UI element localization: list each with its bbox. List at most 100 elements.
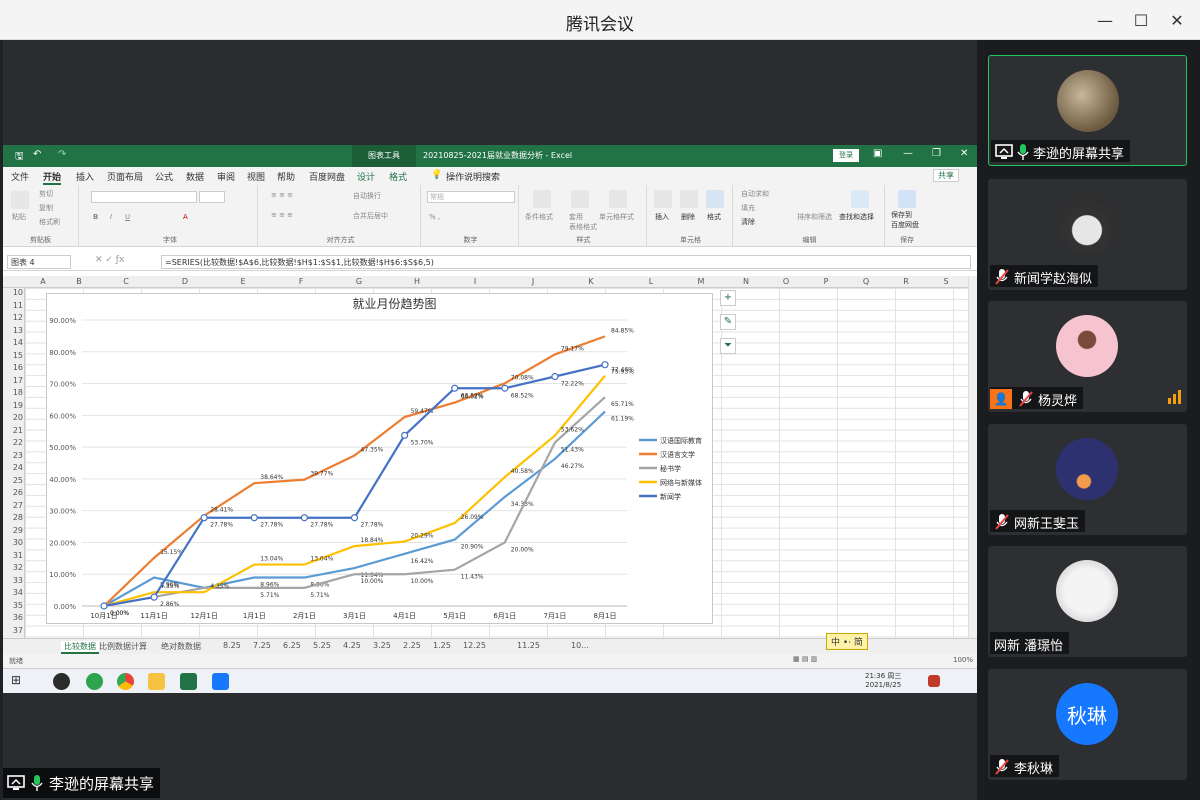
row-header[interactable]: 29 (3, 526, 23, 535)
tab-review[interactable]: 审阅 (217, 170, 235, 183)
name-box[interactable]: 图表 4 (7, 255, 71, 269)
excel-restore-icon[interactable]: ❐ (932, 148, 941, 159)
tab-baidu[interactable]: 百度网盘 (309, 170, 345, 183)
sheet-tab[interactable]: 6.25 (283, 641, 301, 650)
conditional-format-icon[interactable] (533, 190, 551, 208)
number-format-dropdown[interactable]: 常规 (427, 191, 515, 203)
row-header[interactable]: 12 (3, 313, 23, 322)
sheet-tab[interactable]: 2.25 (403, 641, 421, 650)
participant-card[interactable]: 李逊的屏幕共享 (988, 55, 1187, 166)
minimize-button[interactable]: — (1093, 8, 1117, 32)
row-header[interactable]: 31 (3, 551, 23, 560)
row-header[interactable]: 19 (3, 401, 23, 410)
row-header[interactable]: 23 (3, 451, 23, 460)
formula-input[interactable]: =SERIES(比较数据!$A$6,比较数据!$H$1:$S$1,比较数据!$H… (161, 255, 971, 269)
merge-center-button[interactable]: 合并后居中 (353, 211, 388, 221)
row-header[interactable]: 24 (3, 463, 23, 472)
column-header[interactable]: J (503, 277, 563, 286)
format-painter-button[interactable]: 格式刷 (39, 217, 60, 227)
font-size-dropdown[interactable] (199, 191, 225, 203)
save-baidu-button[interactable]: 保存到 百度网盘 (891, 210, 919, 230)
sheet-tab[interactable]: 8.25 (223, 641, 241, 650)
baidu-cloud-icon[interactable] (898, 190, 916, 208)
sheet-tab[interactable]: 1.25 (433, 641, 451, 650)
sheet-tab[interactable]: 10... (571, 641, 589, 650)
file-explorer-icon[interactable] (148, 673, 165, 690)
column-header[interactable]: D (155, 277, 215, 286)
sheet-tab[interactable]: 7.25 (253, 641, 271, 650)
excel-minimize-icon[interactable]: — (903, 148, 913, 159)
cut-button[interactable]: 剪切 (39, 189, 53, 199)
tab-formulas[interactable]: 公式 (155, 170, 173, 183)
table-format-icon[interactable] (571, 190, 589, 208)
excel-taskbar-icon[interactable] (180, 673, 197, 690)
fx-icon[interactable]: ✕ ✓ ƒx (95, 255, 124, 265)
chart-filter-icon[interactable]: ⏷ (720, 338, 736, 354)
conditional-format-button[interactable]: 条件格式 (525, 212, 553, 222)
column-header[interactable]: G (329, 277, 389, 286)
wrap-text-button[interactable]: 自动换行 (353, 191, 381, 201)
excel-close-icon[interactable]: ✕ (960, 148, 968, 159)
align-left-icon[interactable]: ≡ ≡ ≡ (271, 211, 293, 219)
percent-icon[interactable]: % , (429, 213, 440, 221)
tab-home[interactable]: 开始 (43, 170, 62, 185)
paste-button[interactable]: 粘贴 (12, 212, 26, 222)
column-header[interactable]: C (96, 277, 156, 286)
row-header[interactable]: 37 (3, 626, 23, 635)
delete-cells-icon[interactable] (680, 190, 698, 208)
column-header[interactable]: F (271, 277, 331, 286)
sort-filter-button[interactable]: 排序和筛选 (797, 212, 832, 222)
align-top-icon[interactable]: ≡ ≡ ≡ (271, 191, 293, 199)
bold-button[interactable]: B (93, 213, 98, 221)
ribbon-display-icon[interactable]: ▣ (873, 148, 882, 159)
sheet-tab[interactable]: 绝对数数据 (161, 641, 201, 652)
sheet-tab[interactable]: 3.25 (373, 641, 391, 650)
line-chart[interactable]: 就业月份趋势图 0.00% 10.00% 20.00% 30.00% 40.00% 50.0… (46, 293, 713, 624)
tencent-meeting-taskbar-icon[interactable] (212, 673, 229, 690)
paste-icon[interactable] (11, 191, 29, 209)
italic-button[interactable]: I (110, 213, 112, 221)
insert-cells-icon[interactable] (654, 190, 672, 208)
row-header[interactable]: 17 (3, 376, 23, 385)
chart-elements-plus-icon[interactable]: + (720, 290, 736, 306)
fill-button[interactable]: 填充 (741, 203, 755, 213)
sheet-tab[interactable]: 11.25 (517, 641, 540, 650)
close-button[interactable]: ✕ (1165, 8, 1189, 32)
find-select-button[interactable]: 查找和选择 (839, 212, 874, 222)
row-header[interactable]: 32 (3, 563, 23, 572)
taskbar-clock[interactable]: 21:36 周三 2021/8/25 (865, 672, 901, 690)
share-button[interactable]: 共享 (933, 169, 959, 182)
row-header[interactable]: 10 (3, 288, 23, 297)
save-icon[interactable]: 🖫 (15, 149, 24, 166)
undo-icon[interactable]: ↶ (33, 149, 41, 160)
format-cells-icon[interactable] (706, 190, 724, 208)
font-family-dropdown[interactable] (91, 191, 197, 203)
vertical-scrollbar[interactable] (968, 276, 977, 638)
tab-help[interactable]: 帮助 (277, 170, 295, 183)
sheet-tab[interactable]: 比较数据 (61, 641, 99, 654)
row-header[interactable]: 16 (3, 363, 23, 372)
font-color-icon[interactable]: A (183, 213, 188, 221)
table-format-button[interactable]: 套用 表格格式 (569, 212, 597, 232)
column-header[interactable]: S (916, 277, 976, 286)
row-header[interactable]: 13 (3, 326, 23, 335)
row-header[interactable]: 25 (3, 476, 23, 485)
redo-icon[interactable]: ↷ (58, 149, 66, 160)
row-header[interactable]: 15 (3, 351, 23, 360)
row-header[interactable]: 14 (3, 338, 23, 347)
zoom-level[interactable]: 100% (953, 656, 973, 664)
tab-page-layout[interactable]: 页面布局 (107, 170, 143, 183)
clear-button[interactable]: 清除 (741, 217, 755, 227)
participant-card[interactable]: 新闻学赵海似 (988, 179, 1187, 290)
find-search-icon[interactable] (851, 190, 869, 208)
tab-file[interactable]: 文件 (11, 170, 29, 183)
cell-style-icon[interactable] (609, 190, 627, 208)
row-header[interactable]: 27 (3, 501, 23, 510)
view-buttons-icon[interactable]: ▦ ▤ ▥ (793, 655, 817, 663)
tab-insert[interactable]: 插入 (76, 170, 94, 183)
insert-button[interactable]: 插入 (655, 212, 669, 222)
qq-icon[interactable] (53, 673, 70, 690)
wechat-icon[interactable] (86, 673, 103, 690)
autosum-button[interactable]: 自动求和 (741, 189, 769, 199)
cell-style-button[interactable]: 单元格样式 (599, 212, 634, 222)
